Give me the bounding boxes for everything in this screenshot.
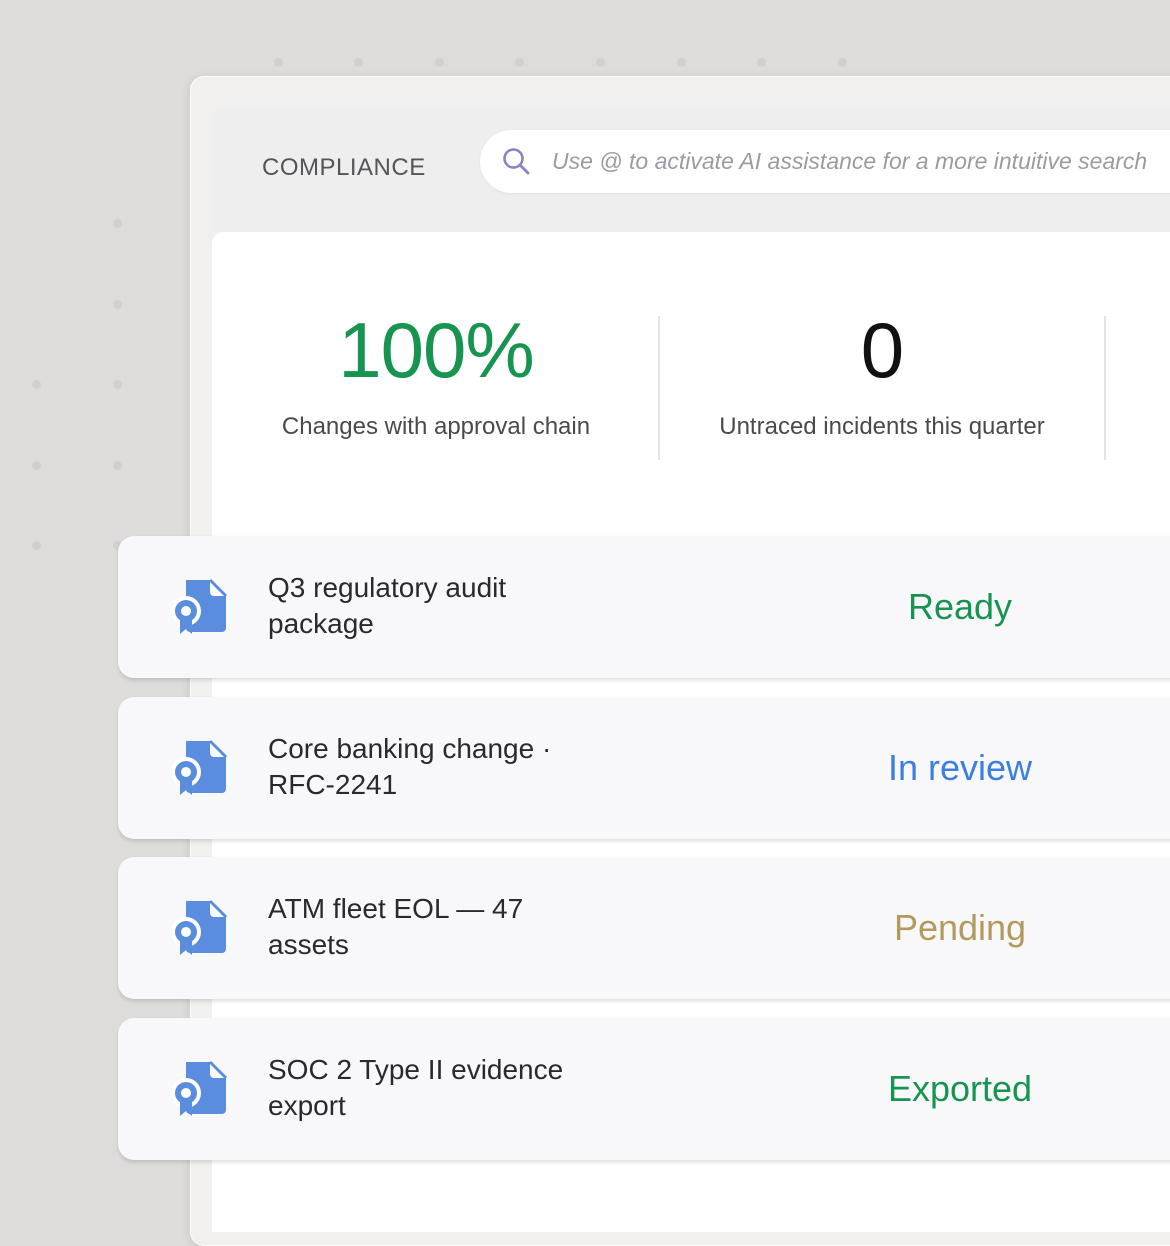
search-input[interactable] [552,140,1170,182]
item-title: Q3 regulatory audit package [268,572,507,639]
certificate-document-icon [170,578,230,641]
status-label: In review [887,747,1033,788]
status-label: Exported [887,1068,1033,1109]
stat-divider [1104,316,1106,460]
certificate-document-icon [170,739,230,802]
stat-label: Changes with approval chain [281,413,591,440]
section-title: COMPLIANCE [262,154,426,181]
stat-approval-chain: 100% Changes with approval chain [266,300,606,442]
stat-divider [658,316,660,460]
search-bar[interactable] [480,130,1170,193]
certificate-document-icon [170,899,230,962]
status-label: Pending [893,907,1027,948]
stat-value: 100% [338,306,535,394]
item-title: ATM fleet EOL — 47 assets [268,893,524,960]
list-item[interactable]: ATM fleet EOL — 47 assets Pending [118,857,1170,999]
search-icon [503,148,530,175]
stat-untraced-incidents: 0 Untraced incidents this quarter [712,300,1052,442]
stat-value: 0 [860,306,904,394]
list-item[interactable]: SOC 2 Type II evidence export Exported [118,1018,1170,1160]
item-title: Core banking change · RFC-2241 [268,733,552,800]
certificate-document-icon [170,1060,230,1123]
item-title: SOC 2 Type II evidence export [268,1054,564,1121]
status-label: Ready [907,586,1013,627]
stat-label: Untraced incidents this quarter [719,413,1045,440]
list-item[interactable]: Core banking change · RFC-2241 In review [118,697,1170,839]
list-item[interactable]: Q3 regulatory audit package Ready [118,536,1170,678]
